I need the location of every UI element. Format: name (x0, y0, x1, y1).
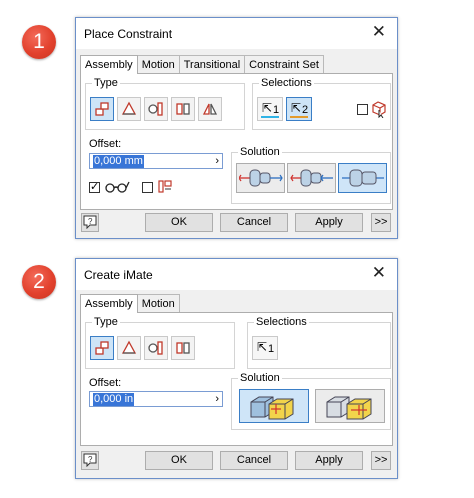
cylinder-flush-icon (289, 169, 333, 187)
tab-constraint-set[interactable]: Constraint Set (244, 55, 324, 73)
ok-button[interactable]: OK (145, 213, 213, 232)
tab-motion[interactable]: Motion (136, 55, 180, 73)
help-button[interactable]: ? (81, 451, 99, 470)
solution-mate-button[interactable] (236, 163, 285, 193)
select-arrow-icon: ⇱ (262, 101, 273, 115)
predict-offset-checkbox[interactable] (142, 182, 153, 193)
dialog-title: Place Constraint (84, 27, 173, 41)
type-group: Type (85, 77, 245, 130)
step-badge-1: 1 (22, 25, 56, 59)
create-imate-dialog: Create iMate ✕ Assembly Motion Type Sele… (75, 258, 398, 479)
angle-constraint-button[interactable] (117, 336, 141, 360)
tab-motion[interactable]: Motion (136, 294, 180, 312)
mate-icon (95, 102, 109, 116)
assembly-panel: Type (80, 73, 393, 210)
solution-undirected-button[interactable] (338, 163, 387, 193)
mate-constraint-button[interactable] (90, 336, 114, 360)
selection-1-color-bar (261, 116, 279, 118)
cancel-button[interactable]: Cancel (220, 213, 288, 232)
insert-icon (176, 103, 190, 115)
help-icon: ? (83, 215, 97, 230)
tab-assembly[interactable]: Assembly (80, 294, 138, 313)
offset-dropdown-arrow-icon[interactable]: › (215, 154, 219, 168)
mate-constraint-button[interactable] (90, 97, 114, 121)
step-badge-2: 2 (22, 265, 56, 299)
type-label: Type (92, 316, 120, 328)
ok-button[interactable]: OK (145, 451, 213, 470)
help-button[interactable]: ? (81, 213, 99, 232)
select-arrow-icon: ⇱ (291, 101, 302, 115)
selection-1-button[interactable]: ⇱ 1 (257, 97, 283, 121)
insert-constraint-button[interactable] (171, 336, 195, 360)
selection-1-button[interactable]: ⇱ 1 (252, 336, 278, 360)
solution-flush-button[interactable] (287, 163, 336, 193)
block-mate-icon (250, 396, 294, 420)
solution-flush-button[interactable] (315, 389, 385, 423)
cylinder-undirected-icon (341, 169, 384, 187)
type-label: Type (92, 77, 120, 89)
more-button[interactable]: >> (371, 213, 391, 232)
tangent-constraint-button[interactable] (144, 97, 168, 121)
offset-label: Offset: (89, 138, 122, 150)
angle-constraint-button[interactable] (117, 97, 141, 121)
selections-group: Selections ⇱ 1 (247, 316, 391, 369)
selection-2-number: 2 (302, 104, 309, 116)
selection-1-number: 1 (273, 104, 280, 116)
show-preview-checkbox[interactable] (89, 180, 100, 193)
tab-strip: Assembly Motion Transitional Constraint … (80, 55, 324, 74)
solution-label: Solution (238, 372, 282, 384)
title-bar: Place Constraint ✕ (76, 18, 397, 49)
mate-icon (95, 341, 109, 355)
svg-text:?: ? (88, 455, 93, 464)
offset-value: 0,000 mm (93, 155, 144, 168)
solution-group: Solution (231, 372, 391, 430)
title-bar: Create iMate ✕ (76, 259, 397, 290)
offset-input[interactable]: 0,000 in › (89, 391, 223, 407)
dialog-title: Create iMate (84, 268, 153, 282)
insert-constraint-button[interactable] (171, 97, 195, 121)
close-icon[interactable]: ✕ (372, 23, 386, 41)
assembly-panel: Type (80, 312, 393, 446)
block-flush-icon (326, 396, 372, 420)
offset-label: Offset: (89, 377, 122, 389)
apply-button[interactable]: Apply (295, 451, 363, 470)
selection-2-color-bar (290, 116, 308, 118)
place-constraint-dialog: Place Constraint ✕ Assembly Motion Trans… (75, 17, 398, 239)
selections-label: Selections (254, 316, 309, 328)
first-occurrence-checkbox[interactable] (357, 104, 368, 115)
tab-transitional[interactable]: Transitional (178, 55, 246, 73)
solution-mate-button[interactable] (239, 389, 309, 423)
offset-dropdown-arrow-icon[interactable]: › (215, 392, 219, 406)
tab-assembly[interactable]: Assembly (80, 55, 138, 74)
insert-icon (176, 342, 190, 354)
angle-icon (121, 340, 137, 354)
tab-strip: Assembly Motion (80, 294, 180, 313)
offset-input[interactable]: 0,000 mm › (89, 153, 223, 169)
glasses-icon (105, 181, 130, 193)
apply-button[interactable]: Apply (295, 213, 363, 232)
selections-group: Selections ⇱ 1 ⇱ 2 (252, 77, 391, 130)
solution-group: Solution (231, 146, 391, 204)
svg-text:?: ? (88, 217, 93, 226)
tangent-icon (148, 102, 163, 116)
symmetry-icon (202, 103, 218, 115)
cancel-button[interactable]: Cancel (220, 451, 288, 470)
offset-value: 0,000 in (93, 393, 135, 406)
selections-label: Selections (259, 77, 314, 89)
predict-offset-icon (158, 180, 172, 193)
selection-2-button[interactable]: ⇱ 2 (286, 97, 312, 121)
select-arrow-icon: ⇱ (257, 340, 268, 354)
cylinder-mate-icon (238, 169, 283, 187)
first-occurrence-icon (372, 101, 386, 118)
close-icon[interactable]: ✕ (372, 264, 386, 282)
angle-icon (121, 101, 137, 115)
more-button[interactable]: >> (371, 451, 391, 470)
symmetry-constraint-button[interactable] (198, 97, 222, 121)
tangent-icon (148, 341, 163, 355)
type-group: Type (85, 316, 235, 369)
selection-1-number: 1 (268, 343, 275, 355)
help-icon: ? (83, 453, 97, 468)
solution-label: Solution (238, 146, 282, 158)
tangent-constraint-button[interactable] (144, 336, 168, 360)
